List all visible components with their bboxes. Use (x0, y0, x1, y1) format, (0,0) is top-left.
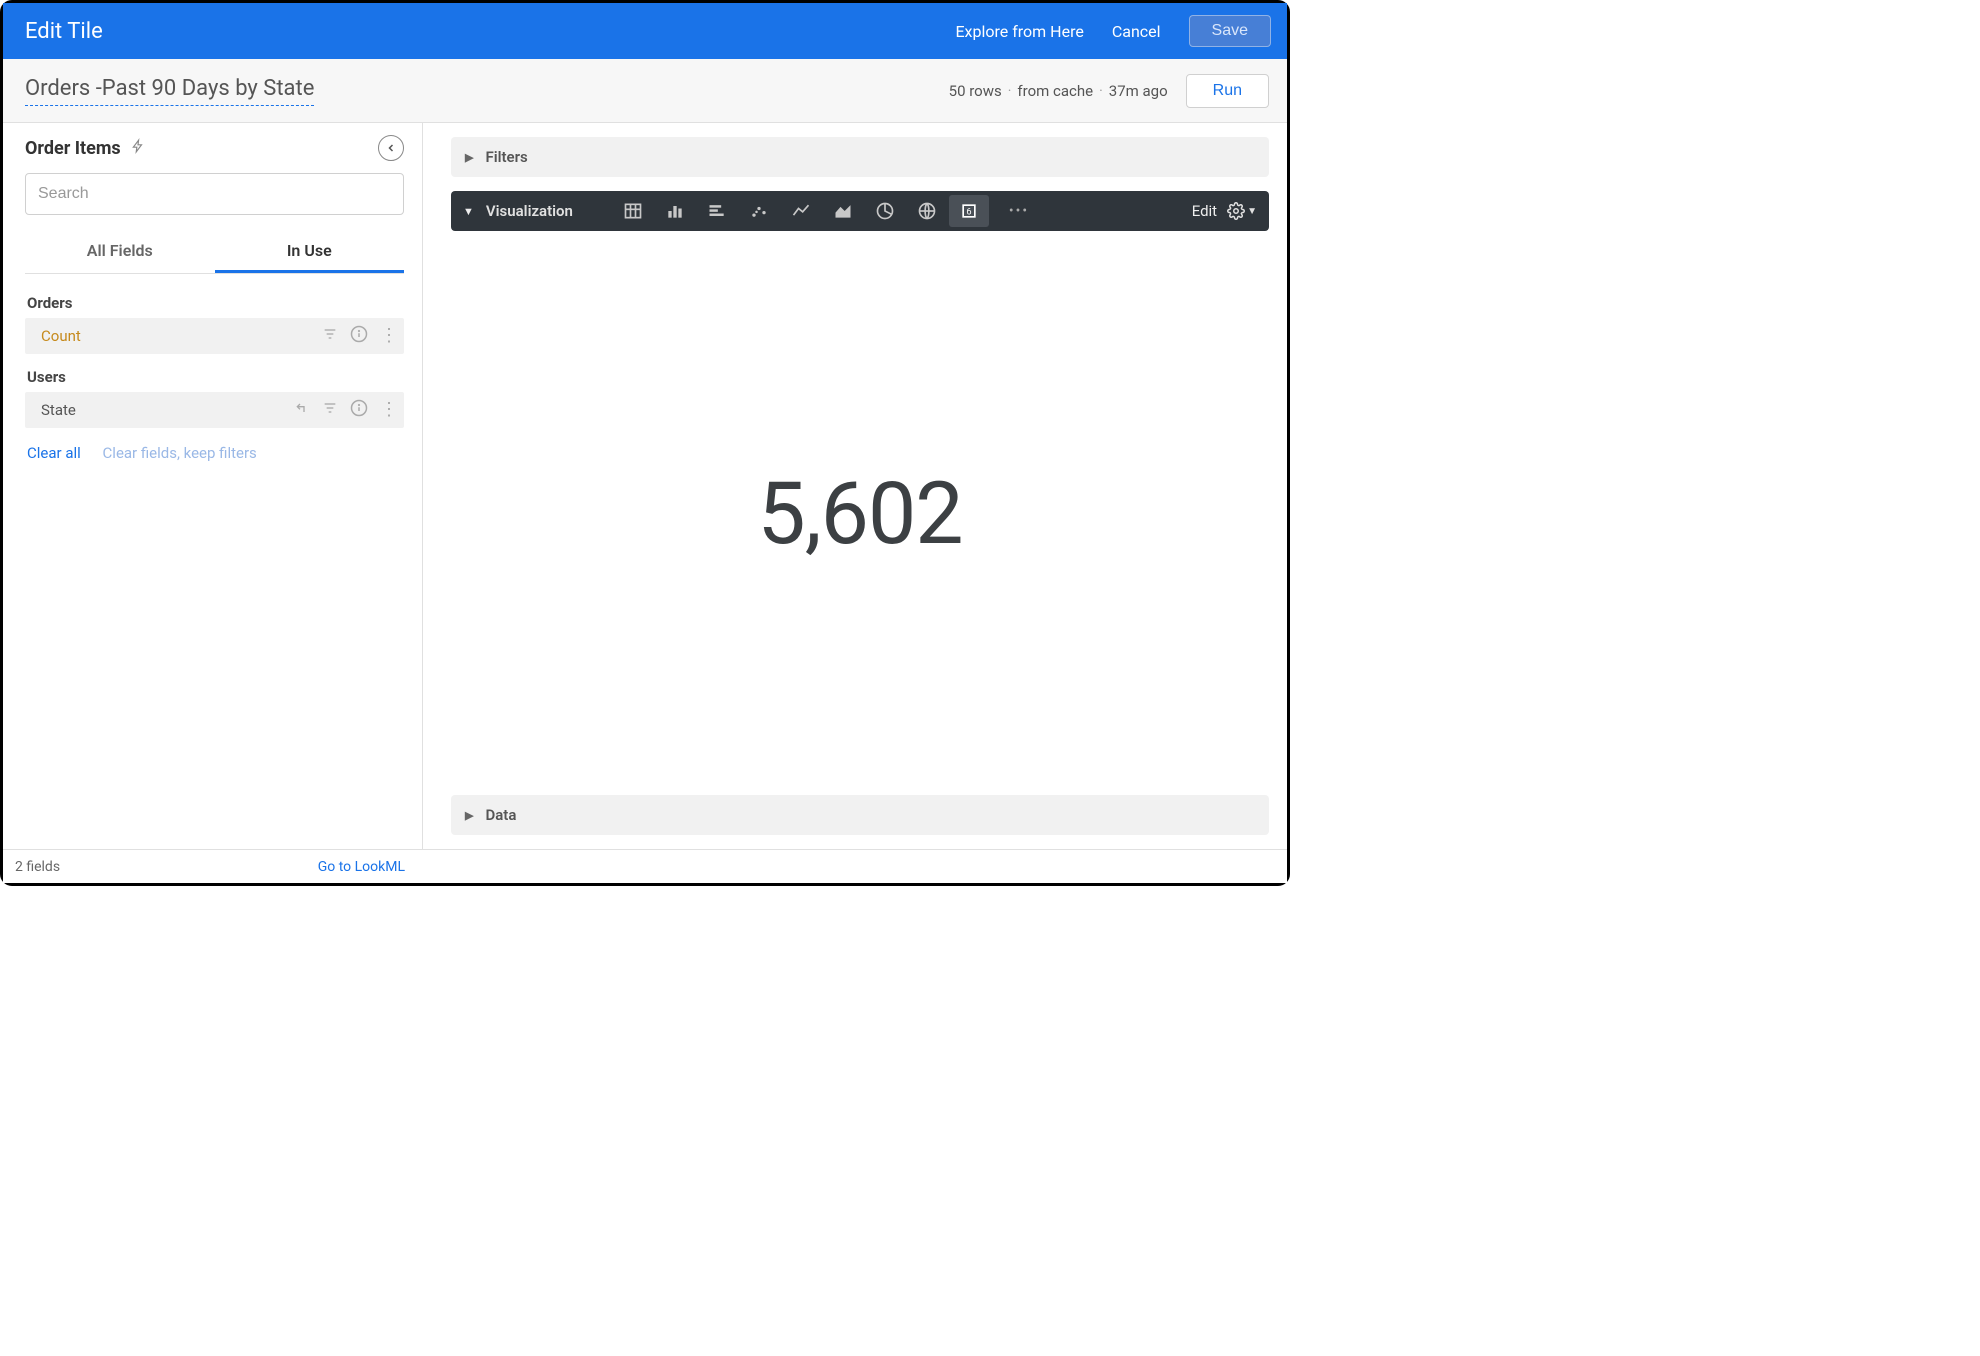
cache-status: from cache (1017, 82, 1093, 100)
group-orders: Orders (25, 288, 404, 318)
subheader: Orders -Past 90 Days by State 50 rows · … (3, 59, 1287, 123)
filters-label: Filters (485, 148, 527, 166)
field-picker-sidebar: Order Items All Fields In Use Orders Cou… (3, 123, 423, 849)
more-vis-icon[interactable]: ••• (1009, 203, 1029, 219)
visualization-canvas: 5,602 (451, 231, 1269, 795)
vis-edit-button[interactable]: Edit (1192, 202, 1217, 220)
chevron-down-icon: ▼ (1247, 206, 1257, 217)
chevron-down-icon[interactable]: ▼ (463, 205, 474, 218)
run-button[interactable]: Run (1186, 74, 1269, 108)
filter-icon[interactable] (322, 400, 338, 420)
visualization-panel-header: ▼ Visualization 6 ••• Edit ▼ (451, 191, 1269, 231)
explore-label: Order Items (25, 138, 121, 159)
filter-icon[interactable] (322, 326, 338, 346)
field-row[interactable]: State ⋮ (25, 392, 404, 428)
go-to-lookml-link[interactable]: Go to LookML (318, 859, 405, 875)
vis-settings-button[interactable]: ▼ (1227, 202, 1257, 220)
collapse-sidebar-button[interactable] (378, 135, 404, 161)
bar-icon[interactable] (655, 195, 695, 227)
search-input[interactable] (25, 173, 404, 215)
table-icon[interactable] (613, 195, 653, 227)
svg-text:6: 6 (966, 207, 971, 217)
tile-title-input[interactable]: Orders -Past 90 Days by State (25, 76, 314, 106)
explore-from-here-link[interactable]: Explore from Here (955, 22, 1083, 41)
more-icon[interactable]: ⋮ (380, 327, 396, 345)
scatter-icon[interactable] (739, 195, 779, 227)
data-label: Data (485, 806, 516, 824)
pivot-icon[interactable] (294, 400, 310, 420)
pie-icon[interactable] (865, 195, 905, 227)
tab-all-fields[interactable]: All Fields (25, 231, 215, 273)
clear-all-link[interactable]: Clear all (27, 444, 81, 462)
single-value-number: 5,602 (757, 463, 962, 564)
bolt-icon[interactable] (131, 137, 145, 159)
row-count: 50 rows (949, 82, 1002, 100)
chevron-right-icon: ▶ (465, 151, 473, 164)
field-row[interactable]: Count ⋮ (25, 318, 404, 354)
age-status: 37m ago (1109, 82, 1168, 100)
save-button[interactable]: Save (1189, 15, 1271, 47)
single-value-icon[interactable]: 6 (949, 195, 989, 227)
field-count: 2 fields (15, 859, 60, 875)
topbar: Edit Tile Explore from Here Cancel Save (3, 3, 1287, 59)
chevron-right-icon: ▶ (465, 809, 473, 822)
filters-panel-header[interactable]: ▶ Filters (451, 137, 1269, 177)
group-users: Users (25, 362, 404, 392)
page-title: Edit Tile (25, 19, 103, 44)
footer: 2 fields Go to LookML (3, 849, 1287, 883)
area-icon[interactable] (823, 195, 863, 227)
tab-in-use[interactable]: In Use (215, 231, 405, 273)
map-icon[interactable] (907, 195, 947, 227)
data-panel-header[interactable]: ▶ Data (451, 795, 1269, 835)
clear-fields-keep-filters-link[interactable]: Clear fields, keep filters (103, 444, 257, 462)
field-name: Count (25, 327, 322, 345)
cancel-button[interactable]: Cancel (1112, 22, 1161, 41)
column-icon[interactable] (697, 195, 737, 227)
info-icon[interactable] (350, 325, 368, 347)
info-icon[interactable] (350, 399, 368, 421)
main-content: ▶ Filters ▼ Visualization 6 ••• Edit (423, 123, 1287, 849)
field-name: State (25, 401, 294, 419)
line-icon[interactable] (781, 195, 821, 227)
more-icon[interactable]: ⋮ (380, 401, 396, 419)
visualization-label: Visualization (486, 202, 573, 220)
